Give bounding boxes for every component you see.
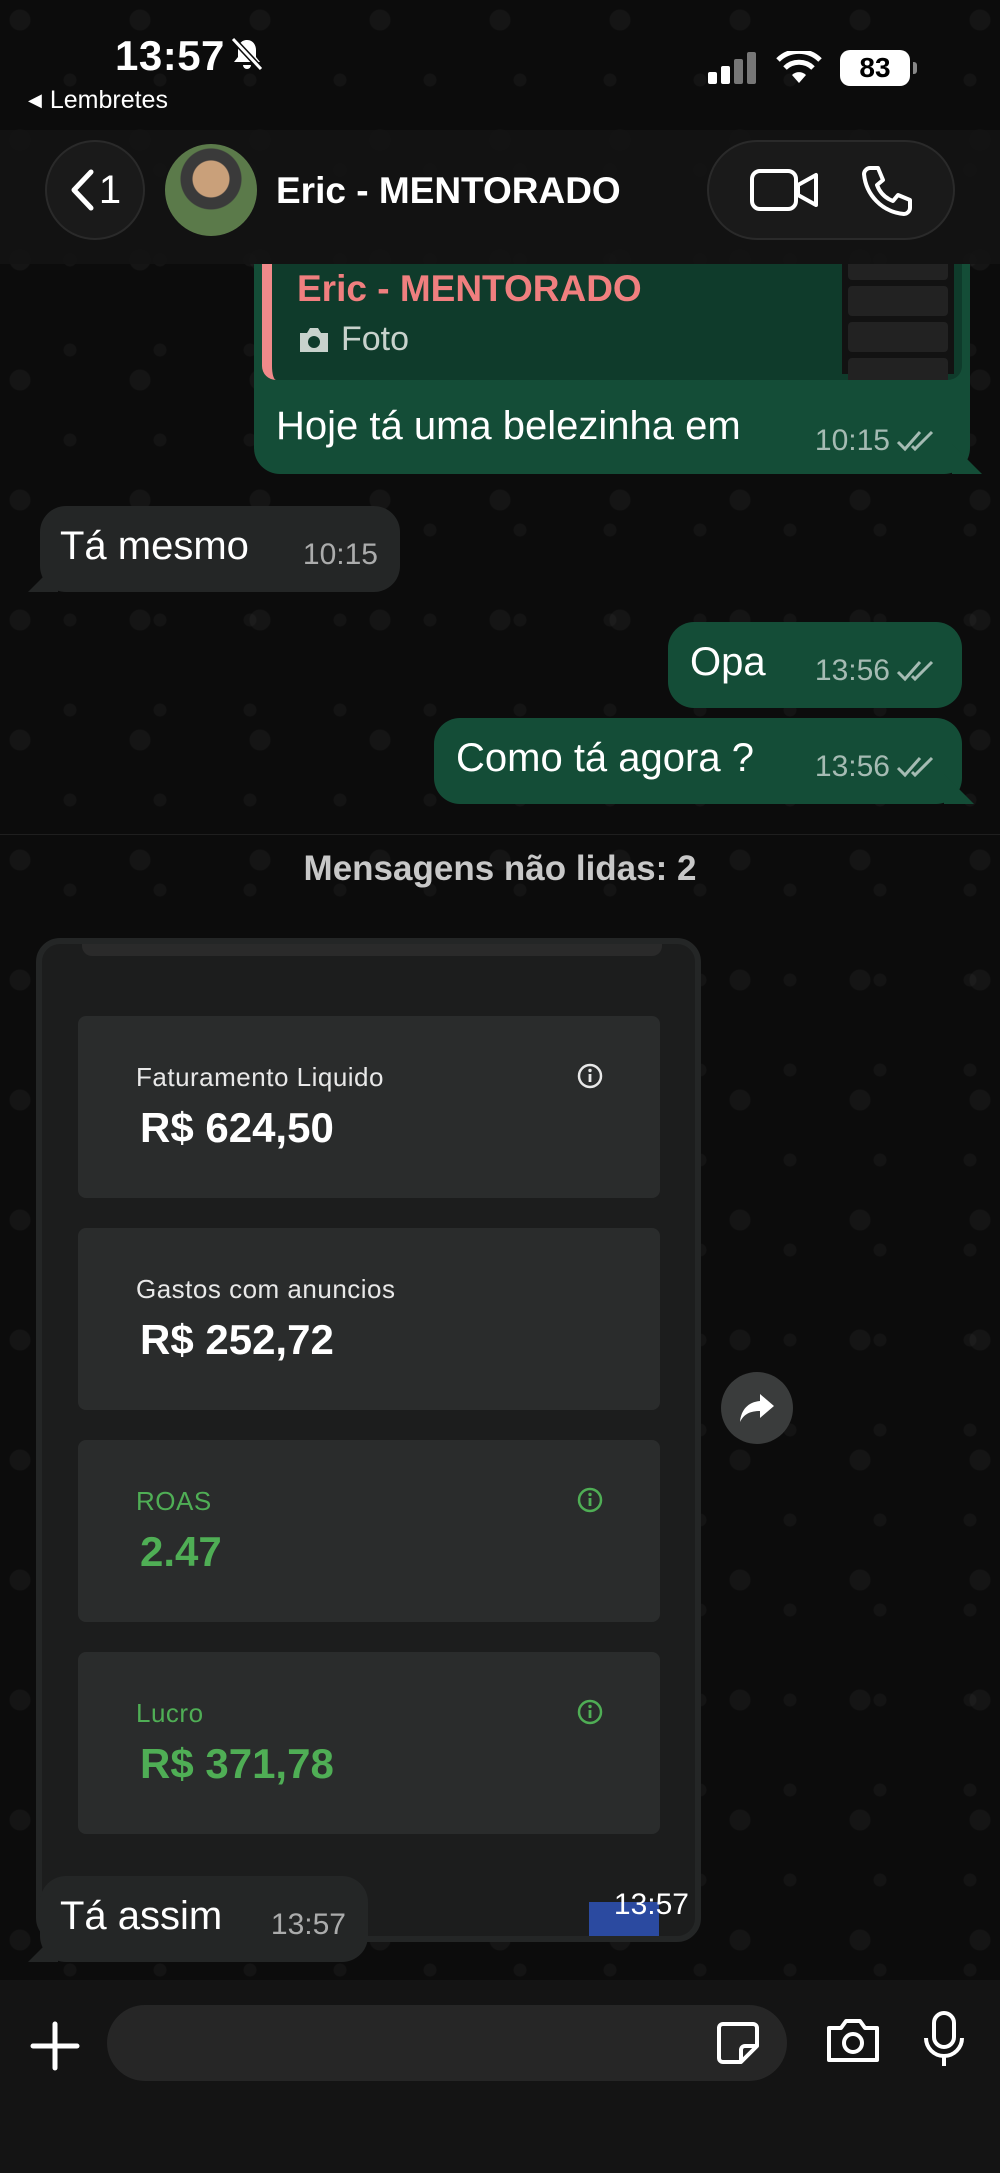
message-bubble-outgoing[interactable]: Opa 13:56 [668, 622, 962, 708]
back-triangle-icon: ◀ [28, 90, 42, 110]
metric-card-gastos: Gastos com anuncios R$ 252,72 [78, 1228, 660, 1410]
message-bubble-outgoing[interactable]: Como tá agora ? 13:56 [434, 718, 974, 804]
camera-icon[interactable] [825, 2016, 881, 2064]
status-bar: 13:57 ◀ Lembretes 83 [0, 0, 1000, 130]
status-indicators: 83 [708, 50, 917, 86]
attach-plus-icon[interactable] [30, 2004, 80, 2084]
message-text: Opa [690, 640, 766, 684]
double-check-read-icon [896, 430, 934, 452]
quoted-type: Foto [297, 320, 409, 359]
back-app-label: Lembretes [49, 86, 168, 114]
message-time: 13:56 [814, 750, 890, 783]
bubble-tail [944, 774, 974, 804]
metric-card-roas: ROAS 2.47 [78, 1440, 660, 1622]
unread-chats-count: 1 [98, 167, 122, 212]
message-input[interactable] [107, 2005, 787, 2081]
message-time: 10:15 [302, 538, 378, 571]
double-check-read-icon [896, 660, 934, 682]
message-meta: 10:15 [303, 538, 378, 572]
metric-label: ROAS [136, 1486, 212, 1516]
microphone-icon[interactable] [922, 2010, 966, 2070]
forward-arrow-icon [740, 1394, 774, 1422]
contact-avatar[interactable] [165, 144, 257, 236]
bell-muted-icon [230, 36, 264, 72]
cellular-signal-icon [708, 52, 756, 84]
status-time: 13:57 [115, 32, 225, 79]
chat-messages[interactable]: Eric - MENTORADO Foto Hoje tá uma belezi… [0, 264, 1000, 1980]
voice-call-icon[interactable] [858, 162, 914, 218]
double-check-read-icon [896, 756, 934, 778]
camera-small-icon [300, 327, 328, 352]
info-icon [577, 1699, 603, 1725]
quoted-message[interactable]: Eric - MENTORADO Foto [262, 264, 962, 380]
chevron-left-icon [71, 169, 94, 211]
forward-button[interactable] [721, 1372, 793, 1444]
metric-card-lucro: Lucro R$ 371,78 [78, 1652, 660, 1834]
message-composer [0, 1980, 1000, 2173]
message-time: 10:15 [814, 424, 890, 457]
back-button[interactable]: 1 [45, 140, 145, 240]
message-text: Tá mesmo [60, 524, 249, 568]
back-to-app-link[interactable]: ◀ Lembretes [28, 86, 168, 115]
metric-value: R$ 371,78 [140, 1740, 334, 1787]
message-text: Como tá agora ? [456, 736, 754, 780]
info-icon [577, 1063, 603, 1089]
call-actions [707, 140, 955, 240]
message-text: Tá assim [60, 1894, 223, 1938]
contact-name[interactable]: Eric - MENTORADO [276, 170, 621, 212]
message-bubble-outgoing[interactable]: Eric - MENTORADO Foto Hoje tá uma belezi… [254, 264, 982, 474]
bubble-tail [28, 562, 58, 592]
image-top-edge [82, 944, 662, 956]
video-call-icon[interactable] [748, 165, 820, 215]
quoted-thumbnail [842, 264, 954, 380]
quoted-type-label: Foto [341, 320, 410, 358]
battery-indicator: 83 [840, 50, 917, 86]
image-message-time: 13:57 [613, 1888, 689, 1921]
message-meta: 13:57 [271, 1908, 346, 1942]
metric-value: R$ 624,50 [140, 1104, 334, 1151]
unread-messages-divider: Mensagens não lidas: 2 [303, 849, 697, 888]
message-text: Hoje tá uma belezinha em [276, 404, 741, 448]
chat-header: 1 Eric - MENTORADO [0, 130, 1000, 264]
metric-label: Gastos com anuncios [136, 1274, 396, 1304]
message-meta: 13:56 [815, 750, 940, 784]
message-meta: 10:15 [815, 424, 940, 458]
message-meta: 13:56 [815, 654, 940, 688]
message-time: 13:57 [270, 1908, 346, 1941]
metric-value: R$ 252,72 [140, 1316, 334, 1363]
metric-label: Lucro [136, 1698, 204, 1728]
metric-card-faturamento: Faturamento Liquido R$ 624,50 [78, 1016, 660, 1198]
image-message[interactable]: Faturamento Liquido R$ 624,50 Gastos com… [36, 938, 701, 1942]
info-icon [577, 1487, 603, 1513]
quoted-sender: Eric - MENTORADO [297, 268, 642, 309]
metric-label: Faturamento Liquido [136, 1062, 384, 1092]
message-bubble-incoming[interactable]: Tá mesmo 10:15 [28, 506, 400, 592]
bubble-tail [952, 444, 982, 474]
bubble-tail [28, 1932, 58, 1962]
message-time: 13:56 [814, 654, 890, 687]
metric-value: 2.47 [140, 1528, 222, 1575]
sticker-icon[interactable] [715, 2020, 761, 2066]
unread-divider-line [0, 834, 1000, 835]
wifi-icon [776, 51, 822, 83]
message-bubble-incoming[interactable]: Tá assim 13:57 [28, 1876, 368, 1962]
